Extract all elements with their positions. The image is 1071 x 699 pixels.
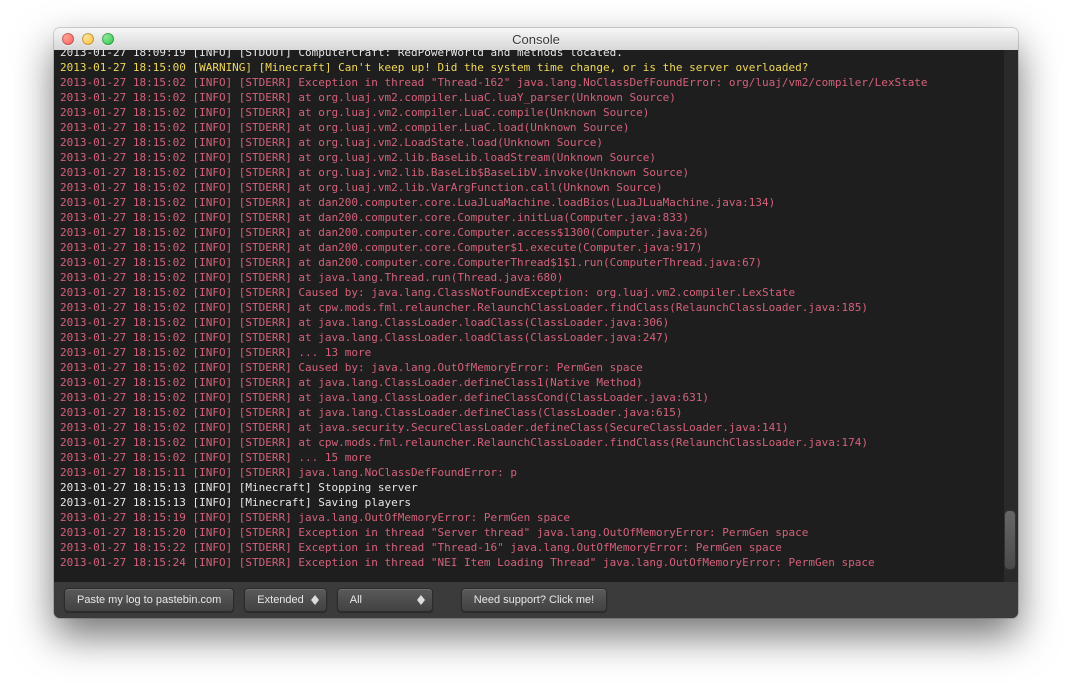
traffic-lights	[54, 33, 114, 45]
close-button[interactable]	[62, 33, 74, 45]
mode-select-value: Extended	[257, 594, 303, 606]
log-line: 2013-01-27 18:15:02 [INFO] [STDERR] ... …	[60, 345, 1004, 360]
console-window: Console 2013-01-27 18:09:19 [INFO] [STDO…	[54, 28, 1018, 618]
log-line: 2013-01-27 18:15:02 [INFO] [STDERR] ... …	[60, 450, 1004, 465]
support-button[interactable]: Need support? Click me!	[461, 588, 607, 612]
titlebar: Console	[54, 28, 1018, 51]
log-line: 2013-01-27 18:15:22 [INFO] [STDERR] Exce…	[60, 540, 1004, 555]
log-line: 2013-01-27 18:15:02 [INFO] [STDERR] at j…	[60, 315, 1004, 330]
log-line: 2013-01-27 18:15:02 [INFO] [STDERR] at o…	[60, 180, 1004, 195]
filter-select[interactable]: All	[337, 588, 433, 612]
log-line: 2013-01-27 18:15:11 [INFO] [STDERR] java…	[60, 465, 1004, 480]
log-line: 2013-01-27 18:15:02 [INFO] [STDERR] at j…	[60, 420, 1004, 435]
console-wrap: 2013-01-27 18:09:19 [INFO] [STDOUT] Comp…	[54, 50, 1018, 582]
log-line: 2013-01-27 18:15:02 [INFO] [STDERR] at j…	[60, 405, 1004, 420]
support-label: Need support? Click me!	[474, 594, 594, 606]
window-body: 2013-01-27 18:09:19 [INFO] [STDOUT] Comp…	[54, 50, 1018, 618]
log-line: 2013-01-27 18:15:20 [INFO] [STDERR] Exce…	[60, 525, 1004, 540]
pastebin-label: Paste my log to pastebin.com	[77, 594, 221, 606]
log-line: 2013-01-27 18:15:02 [INFO] [STDERR] at o…	[60, 165, 1004, 180]
log-line: 2013-01-27 18:15:02 [INFO] [STDERR] at c…	[60, 435, 1004, 450]
log-line: 2013-01-27 18:15:02 [INFO] [STDERR] at d…	[60, 240, 1004, 255]
log-view[interactable]: 2013-01-27 18:09:19 [INFO] [STDOUT] Comp…	[54, 50, 1004, 582]
window-title: Console	[54, 32, 1018, 47]
chevrons-icon	[414, 589, 428, 611]
log-line: 2013-01-27 18:15:02 [INFO] [STDERR] at j…	[60, 270, 1004, 285]
log-line: 2013-01-27 18:15:13 [INFO] [Minecraft] S…	[60, 480, 1004, 495]
log-line: 2013-01-27 18:15:02 [INFO] [STDERR] at d…	[60, 210, 1004, 225]
bottom-toolbar: Paste my log to pastebin.com Extended Al…	[54, 582, 1018, 618]
minimize-button[interactable]	[82, 33, 94, 45]
log-line: 2013-01-27 18:15:02 [INFO] [STDERR] at c…	[60, 300, 1004, 315]
filter-select-value: All	[350, 594, 362, 606]
log-line: 2013-01-27 18:15:02 [INFO] [STDERR] at o…	[60, 120, 1004, 135]
log-line: 2013-01-27 18:15:02 [INFO] [STDERR] at j…	[60, 375, 1004, 390]
log-line: 2013-01-27 18:15:02 [INFO] [STDERR] at o…	[60, 90, 1004, 105]
log-line: 2013-01-27 18:15:02 [INFO] [STDERR] at d…	[60, 225, 1004, 240]
log-line: 2013-01-27 18:15:00 [WARNING] [Minecraft…	[60, 60, 1004, 75]
log-line: 2013-01-27 18:15:13 [INFO] [Minecraft] S…	[60, 495, 1004, 510]
log-line: 2013-01-27 18:15:19 [INFO] [STDERR] java…	[60, 510, 1004, 525]
pastebin-button[interactable]: Paste my log to pastebin.com	[64, 588, 234, 612]
chevrons-icon	[308, 589, 322, 611]
zoom-button[interactable]	[102, 33, 114, 45]
log-line: 2013-01-27 18:15:02 [INFO] [STDERR] at o…	[60, 135, 1004, 150]
log-line: 2013-01-27 18:15:02 [INFO] [STDERR] Exce…	[60, 75, 1004, 90]
log-line: 2013-01-27 18:15:02 [INFO] [STDERR] Caus…	[60, 360, 1004, 375]
log-line: 2013-01-27 18:15:02 [INFO] [STDERR] Caus…	[60, 285, 1004, 300]
scrollbar-thumb[interactable]	[1004, 510, 1016, 570]
mode-select[interactable]: Extended	[244, 588, 326, 612]
scrollbar-track[interactable]	[1004, 50, 1018, 582]
log-line: 2013-01-27 18:15:24 [INFO] [STDERR] Exce…	[60, 555, 1004, 570]
log-line: 2013-01-27 18:15:02 [INFO] [STDERR] at d…	[60, 195, 1004, 210]
log-line: 2013-01-27 18:15:02 [INFO] [STDERR] at o…	[60, 150, 1004, 165]
log-line: 2013-01-27 18:15:02 [INFO] [STDERR] at j…	[60, 390, 1004, 405]
log-line: 2013-01-27 18:15:02 [INFO] [STDERR] at d…	[60, 255, 1004, 270]
log-line: 2013-01-27 18:15:02 [INFO] [STDERR] at j…	[60, 330, 1004, 345]
log-line: 2013-01-27 18:15:02 [INFO] [STDERR] at o…	[60, 105, 1004, 120]
log-line: 2013-01-27 18:09:19 [INFO] [STDOUT] Comp…	[60, 50, 1004, 60]
